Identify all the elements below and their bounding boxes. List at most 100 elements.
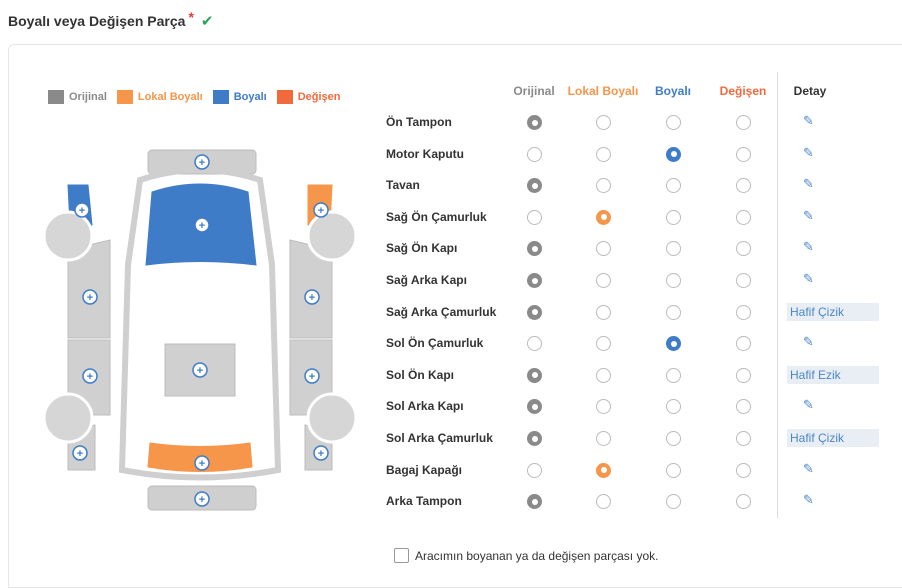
svg-text:+: + (197, 365, 203, 377)
part-option-radio[interactable] (736, 304, 751, 320)
part-option-radio[interactable] (736, 273, 751, 288)
svg-text:+: + (318, 205, 324, 217)
svg-text:+: + (199, 494, 205, 506)
legend-label: Boyalı (233, 91, 267, 103)
part-option-radio[interactable] (596, 367, 611, 383)
part-option-radio[interactable] (666, 273, 681, 288)
edit-icon[interactable]: ✎ (803, 461, 814, 477)
edit-icon[interactable]: ✎ (803, 113, 814, 129)
part-option-radio[interactable] (666, 115, 681, 130)
svg-text:+: + (309, 292, 315, 304)
part-option-radio[interactable] (596, 431, 611, 446)
part-option-radio[interactable] (527, 431, 542, 446)
svg-text:+: + (77, 448, 83, 460)
part-option-radio[interactable] (666, 431, 681, 446)
part-label: Ön Tampon (386, 115, 452, 129)
legend-swatch (116, 90, 133, 104)
wheel-rear-right (306, 392, 358, 444)
svg-text:+: + (318, 448, 324, 460)
detail-tag[interactable]: Hafif Ezik (787, 365, 879, 384)
part-option-radio[interactable] (527, 115, 542, 130)
edit-icon[interactable]: ✎ (803, 397, 814, 413)
legend-swatch (212, 90, 229, 104)
part-label: Arka Tampon (386, 494, 462, 509)
part-label: Motor Kaputu (386, 146, 464, 161)
svg-text:+: + (199, 458, 205, 470)
required-mark: * (188, 9, 194, 25)
svg-text:+: + (199, 220, 205, 232)
part-label: Sol Ön Kapı (386, 367, 455, 382)
part-option-radio[interactable] (527, 367, 542, 383)
edit-icon[interactable]: ✎ (803, 176, 814, 192)
part-label: Sol Arka Kapı (386, 399, 464, 414)
no-change-checkbox[interactable] (394, 548, 409, 563)
legend-item: Değişen (276, 90, 341, 104)
legend-label: Orijinal (69, 91, 107, 103)
detail-header: Detay (793, 84, 827, 98)
part-label: Sağ Arka Kapı (386, 273, 467, 287)
part-option-radio[interactable] (596, 115, 611, 130)
part-option-radio[interactable] (527, 146, 542, 162)
color-legend: Orijinal Lokal Boyalı Boyalı Değişen (48, 90, 341, 104)
no-change-option[interactable]: Aracımın boyanan ya da değişen parçası y… (394, 548, 658, 563)
part-label: Sağ Ön Çamurluk (386, 209, 487, 224)
legend-swatch (276, 90, 293, 104)
edit-icon[interactable]: ✎ (803, 492, 814, 508)
edit-icon[interactable]: ✎ (803, 271, 814, 287)
part-option-radio[interactable] (736, 462, 751, 478)
part-label: Sağ Arka Çamurluk (386, 304, 497, 319)
part-option-radio[interactable] (666, 304, 681, 320)
part-option-radio[interactable] (736, 209, 751, 225)
car-diagram: + + + + + + + + + + + + + (42, 149, 358, 511)
wheel-rear-left (42, 392, 94, 444)
part-option-radio[interactable] (736, 367, 751, 383)
part-option-radio[interactable] (596, 304, 611, 320)
part-option-radio[interactable] (596, 273, 611, 288)
part-option-radio[interactable] (596, 146, 611, 162)
svg-text:+: + (199, 157, 205, 169)
wheel-front-right (306, 210, 358, 262)
part-label: Tavan (386, 178, 420, 193)
legend-item: Lokal Boyalı (116, 90, 203, 104)
edit-icon[interactable]: ✎ (803, 208, 814, 224)
part-option-radio[interactable] (736, 146, 751, 162)
part-option-radio[interactable] (666, 367, 681, 383)
part-option-radio[interactable] (666, 462, 681, 478)
legend-label: Lokal Boyalı (137, 91, 203, 103)
part-option-radio[interactable] (527, 304, 542, 320)
column-header: Boyalı (654, 84, 691, 98)
svg-text:+: + (79, 205, 85, 217)
part-label: Sol Arka Çamurluk (386, 431, 493, 445)
edit-icon[interactable]: ✎ (803, 239, 814, 255)
section-title: Boyalı veya Değişen Parça (8, 13, 186, 29)
svg-text:+: + (309, 371, 315, 383)
svg-text:+: + (87, 371, 93, 383)
no-change-label: Aracımın boyanan ya da değişen parçası y… (415, 548, 659, 563)
edit-icon[interactable]: ✎ (803, 145, 814, 161)
legend-swatch (48, 90, 64, 104)
wheel-front-left (42, 210, 94, 262)
section-header: Boyalı veya Değişen Parça * ✔ (8, 9, 214, 30)
edit-icon[interactable]: ✎ (803, 334, 814, 350)
check-icon: ✔ (200, 13, 214, 30)
part-option-radio[interactable] (596, 462, 611, 478)
part-option-radio[interactable] (527, 462, 542, 478)
legend-label: Değişen (297, 91, 341, 103)
legend-item: Orijinal (48, 90, 107, 104)
part-option-radio[interactable] (596, 209, 611, 225)
detail-divider (777, 72, 778, 518)
detail-tag[interactable]: Hafif Çizik (787, 302, 879, 321)
legend-item: Boyalı (212, 90, 267, 104)
part-label: Bagaj Kapağı (386, 462, 463, 477)
part-option-radio[interactable] (527, 209, 542, 225)
part-option-radio[interactable] (666, 209, 681, 225)
detail-tag[interactable]: Hafif Çizik (787, 429, 879, 447)
part-option-radio[interactable] (527, 273, 542, 288)
part-option-radio[interactable] (736, 431, 751, 446)
svg-text:+: + (87, 292, 93, 304)
part-label: Sağ Ön Kapı (386, 241, 458, 256)
column-header: Orijinal (513, 84, 555, 98)
column-header: Lokal Boyalı (567, 84, 639, 98)
part-option-radio[interactable] (736, 115, 751, 130)
part-option-radio[interactable] (666, 146, 681, 162)
